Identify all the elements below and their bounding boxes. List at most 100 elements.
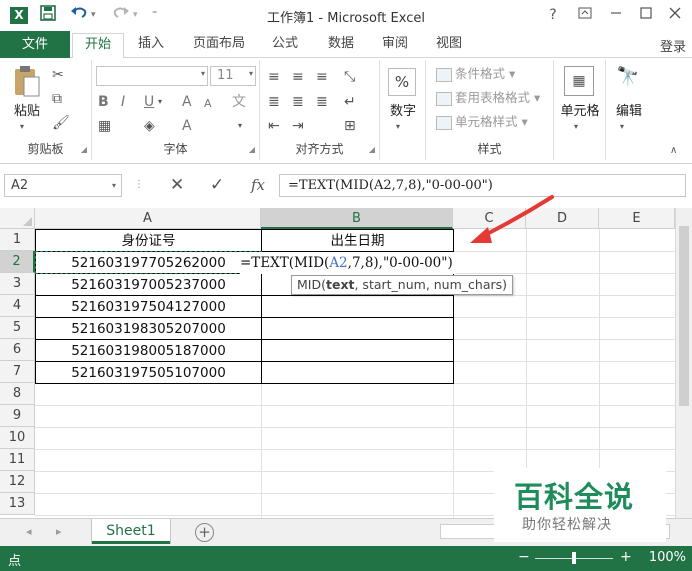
wrap-text-icon[interactable]: ↵ [344, 93, 356, 111]
font-name-combo[interactable]: ▾ [96, 66, 208, 86]
next-sheet-icon[interactable]: ▸ [56, 525, 62, 538]
maximize-icon[interactable] [633, 4, 659, 26]
prev-sheet-icon[interactable]: ◂ [26, 525, 32, 538]
paste-button[interactable]: 粘贴 [10, 100, 44, 119]
cell-a3[interactable]: 521603197005237000 [36, 274, 261, 296]
align-left-icon[interactable]: ≣ [268, 93, 280, 111]
row-header-4[interactable]: 4 [0, 295, 35, 317]
editing-dropdown-icon[interactable]: ▾ [620, 118, 624, 136]
tab-formulas[interactable]: 公式 [262, 33, 308, 57]
italic-button[interactable]: I [121, 93, 125, 111]
align-right-icon[interactable]: ≣ [316, 93, 328, 111]
sheet-tab-sheet1[interactable]: Sheet1 [92, 519, 170, 544]
cut-icon[interactable]: ✂ [52, 66, 64, 84]
row-header-10[interactable]: 10 [0, 427, 35, 449]
underline-button[interactable]: U [144, 93, 154, 111]
ribbon-display-icon[interactable] [572, 4, 598, 26]
enter-button[interactable]: ✓ [210, 175, 224, 195]
name-box-dropdown-icon[interactable]: ▾ [112, 181, 116, 190]
font-size-combo[interactable]: 11 ▾ [210, 66, 256, 86]
login-link[interactable]: 登录 [660, 36, 686, 55]
tab-review[interactable]: 审阅 [372, 33, 418, 57]
collapse-ribbon-icon[interactable]: ∧ [670, 142, 677, 160]
row-header-5[interactable]: 5 [0, 317, 35, 339]
shrink-font-button[interactable]: A [204, 95, 212, 113]
merge-center-icon[interactable]: ⊞ [344, 117, 356, 135]
zoom-slider-thumb[interactable] [572, 552, 576, 564]
cell-styles-button[interactable]: 单元格样式 ▾ [436, 112, 528, 132]
middle-align-icon[interactable]: ≡ [292, 68, 304, 86]
column-header-b[interactable]: B [261, 208, 453, 229]
row-header-1[interactable]: 1 [0, 229, 35, 251]
number-format-button[interactable]: 数字 [384, 100, 422, 119]
cell-a6[interactable]: 521603198005187000 [36, 340, 261, 362]
find-icon[interactable]: 🔭 [614, 68, 642, 86]
add-sheet-button[interactable]: + [195, 523, 214, 542]
fill-color-icon[interactable]: ◈ [144, 117, 155, 135]
insert-function-button[interactable]: fx [251, 175, 265, 195]
cell-a4[interactable]: 521603197504127000 [36, 296, 261, 318]
phonetic-button[interactable]: 文 [232, 93, 246, 111]
grow-font-button[interactable]: A [182, 93, 192, 111]
cells-icon[interactable]: ▦ [564, 66, 594, 96]
tab-insert[interactable]: 插入 [128, 33, 174, 57]
tab-file[interactable]: 文件 [0, 31, 70, 58]
font-more-icon[interactable]: ▾ [238, 117, 242, 135]
select-all-button[interactable] [0, 208, 35, 229]
bold-button[interactable]: B [98, 93, 109, 111]
minimize-icon[interactable] [603, 4, 629, 26]
close-icon[interactable] [662, 4, 688, 26]
orientation-icon[interactable]: ⤡ [344, 68, 355, 86]
font-color-button[interactable]: A [182, 117, 192, 135]
vertical-scrollbar[interactable] [675, 208, 692, 518]
clipboard-launcher-icon[interactable]: ◢ [81, 145, 87, 154]
cell-a7[interactable]: 521603197505107000 [36, 362, 261, 384]
row-header-9[interactable]: 9 [0, 405, 35, 427]
conditional-format-button[interactable]: 条件格式 ▾ [436, 64, 515, 84]
number-dropdown-icon[interactable]: ▾ [396, 118, 400, 136]
underline-dropdown-icon[interactable]: ▾ [158, 93, 162, 111]
row-header-13[interactable]: 13 [0, 493, 35, 515]
row-header-3[interactable]: 3 [0, 273, 35, 295]
function-tooltip[interactable]: MID(text, start_num, num_chars) [291, 275, 514, 295]
increase-indent-icon[interactable]: ⇥ [292, 117, 304, 135]
cells-dropdown-icon[interactable]: ▾ [574, 118, 578, 136]
cell-a5[interactable]: 521603198305207000 [36, 318, 261, 340]
format-as-table-button[interactable]: 套用表格格式 ▾ [436, 88, 540, 108]
cell-b1[interactable]: 出生日期 [262, 230, 453, 252]
cells-button[interactable]: 单元格 [556, 100, 604, 119]
column-header-a[interactable]: A [35, 208, 261, 229]
tab-data[interactable]: 数据 [318, 33, 364, 57]
zoom-out-button[interactable]: − [518, 549, 530, 565]
cancel-button[interactable]: ✕ [170, 175, 184, 195]
zoom-level[interactable]: 100% [649, 550, 686, 565]
copy-icon[interactable]: ⧉ [52, 90, 62, 108]
paste-icon[interactable] [12, 64, 42, 100]
tab-view[interactable]: 视图 [426, 33, 472, 57]
name-box[interactable]: A2 ▾ [4, 174, 122, 197]
cell-a1[interactable]: 身份证号 [36, 230, 261, 252]
bottom-align-icon[interactable]: ≡ [316, 68, 328, 86]
zoom-in-button[interactable]: + [620, 549, 632, 565]
decrease-indent-icon[interactable]: ⇤ [268, 117, 280, 135]
cell-b2-edit-text[interactable]: =TEXT(MID(A2,7,8),"0-00-00") [240, 252, 455, 274]
align-center-icon[interactable]: ≣ [292, 93, 304, 111]
format-painter-icon[interactable]: 🖌 [52, 114, 70, 132]
column-header-e[interactable]: E [599, 208, 675, 229]
row-header-2[interactable]: 2 [0, 251, 35, 273]
row-header-11[interactable]: 11 [0, 449, 35, 471]
tab-home[interactable]: 开始 [72, 33, 124, 59]
alignment-launcher-icon[interactable]: ◢ [369, 145, 375, 154]
editing-button[interactable]: 编辑 [608, 100, 650, 119]
row-header-12[interactable]: 12 [0, 471, 35, 493]
tab-page-layout[interactable]: 页面布局 [182, 33, 256, 57]
percent-icon[interactable]: % [388, 68, 416, 96]
row-header-7[interactable]: 7 [0, 361, 35, 383]
help-button[interactable]: ? [540, 4, 566, 26]
vertical-scrollbar-thumb[interactable] [679, 226, 689, 406]
top-align-icon[interactable]: ≡ [268, 68, 280, 86]
borders-icon[interactable]: ▦ [98, 117, 111, 135]
font-launcher-icon[interactable]: ◢ [249, 145, 255, 154]
row-header-6[interactable]: 6 [0, 339, 35, 361]
row-header-8[interactable]: 8 [0, 383, 35, 405]
